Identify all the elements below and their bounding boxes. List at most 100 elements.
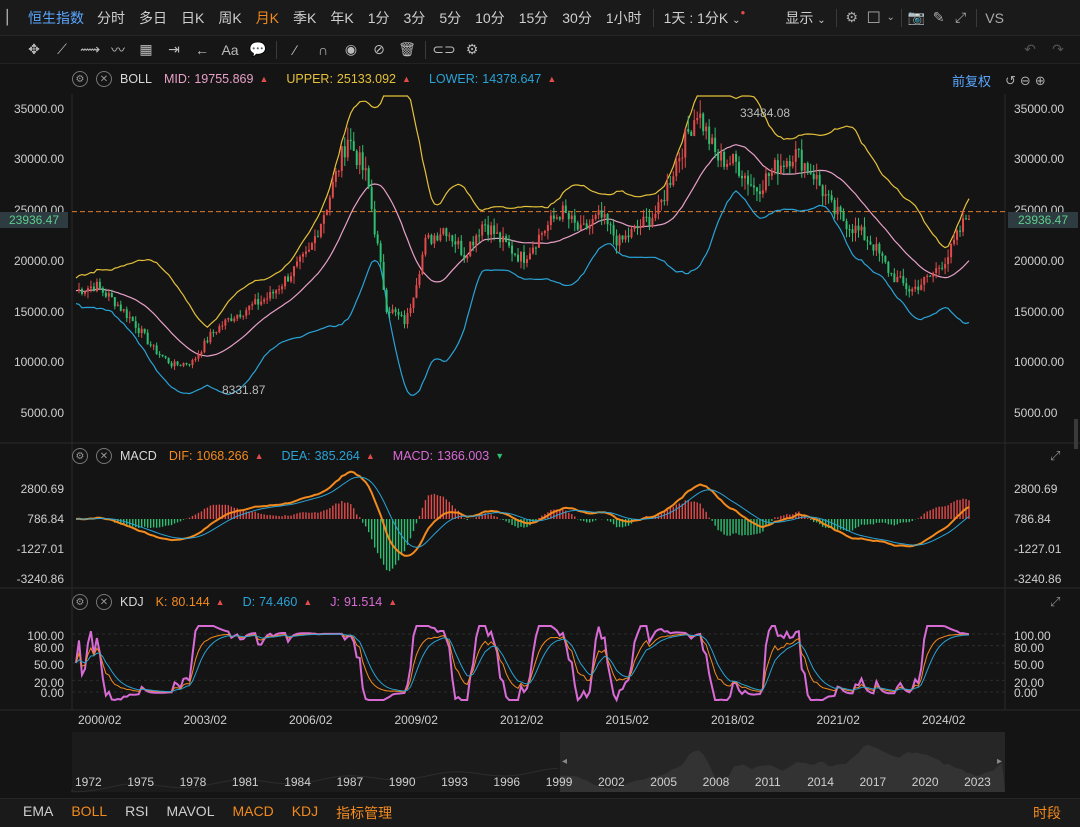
- zoom-in-icon[interactable]: ⊕: [1035, 73, 1046, 89]
- fullscreen-icon[interactable]: ⤢: [950, 7, 972, 29]
- indicator-tab[interactable]: MAVOL: [158, 803, 224, 823]
- candle-body: [275, 290, 278, 294]
- macd-expand-icon[interactable]: ⤢: [1050, 448, 1060, 464]
- period-tab[interactable]: 年K: [323, 8, 360, 28]
- kdj-settings-icon[interactable]: ⚙: [72, 594, 88, 610]
- layout-icon[interactable]: ☐: [863, 7, 885, 29]
- pen-tool-icon[interactable]: ∕: [283, 39, 307, 61]
- period-tab[interactable]: 1分: [361, 8, 397, 28]
- candle-body: [155, 345, 158, 355]
- index-name[interactable]: 恒生指数: [28, 8, 84, 28]
- comment-tool-icon[interactable]: 💬: [246, 39, 270, 61]
- zoom-out-icon[interactable]: ⊖: [1020, 73, 1031, 89]
- settings-icon[interactable]: ⚙: [841, 7, 863, 29]
- adjust-button[interactable]: 前复权: [952, 71, 991, 90]
- eye-icon[interactable]: ◉: [339, 39, 363, 61]
- candle-body: [567, 213, 570, 220]
- candle-body: [723, 151, 726, 167]
- candle-body: [824, 194, 827, 197]
- candle-body: [301, 253, 304, 257]
- panel-toggle-icon[interactable]: ▏: [4, 7, 20, 29]
- y-axis-label: -1227.01: [16, 542, 64, 556]
- range-dropdown[interactable]: 1天 : 1分K ⌄●: [658, 8, 752, 28]
- session-button[interactable]: 时段: [1024, 803, 1070, 823]
- channel-tool-icon[interactable]: ▦: [134, 39, 158, 61]
- kdj-k-value: 80.144: [171, 595, 210, 609]
- period-tab[interactable]: 月K: [249, 8, 286, 28]
- candle-body: [749, 184, 752, 186]
- candle-body: [911, 288, 914, 292]
- period-tab[interactable]: 分时: [90, 8, 132, 28]
- candle-body: [95, 281, 98, 292]
- tool-settings-icon[interactable]: ⚙: [460, 39, 484, 61]
- text-tool-icon[interactable]: Aa: [218, 39, 242, 61]
- candle-body: [284, 276, 287, 287]
- boll-close-icon[interactable]: ✕: [96, 71, 112, 87]
- y-axis-label: 35000.00: [1014, 102, 1065, 116]
- line-tool-icon[interactable]: ⟋: [50, 39, 74, 61]
- wave-tool-icon[interactable]: 〰: [106, 39, 130, 61]
- period-tab[interactable]: 3分: [397, 8, 433, 28]
- period-tab[interactable]: 日K: [174, 8, 211, 28]
- candle-body: [866, 240, 869, 242]
- candle-body: [708, 126, 711, 144]
- arrow-tool-icon[interactable]: ←: [190, 39, 214, 61]
- camera-icon[interactable]: 📷: [906, 7, 928, 29]
- period-tab[interactable]: 10分: [468, 8, 512, 28]
- ray-tool-icon[interactable]: ⟿: [78, 39, 102, 61]
- period-tab[interactable]: 15分: [512, 8, 556, 28]
- trash-icon[interactable]: 🗑: [395, 39, 419, 61]
- kdj-expand-icon[interactable]: ⤢: [1050, 594, 1060, 610]
- candle-body: [487, 224, 490, 235]
- candle-body: [304, 251, 307, 254]
- candle-body: [953, 239, 956, 244]
- redo-icon[interactable]: ↷: [1046, 39, 1070, 61]
- display-dropdown[interactable]: 显示 ⌄: [779, 8, 831, 28]
- candle-body: [821, 185, 824, 197]
- measure-tool-icon[interactable]: ⇥: [162, 39, 186, 61]
- candle-body: [448, 235, 451, 237]
- boll-settings-icon[interactable]: ⚙: [72, 71, 88, 87]
- period-tab[interactable]: 1小时: [599, 8, 649, 28]
- y-axis-label: 20000.00: [13, 254, 64, 268]
- boll-legend: ⚙ ✕ BOLL MID: 19755.869 ▲ UPPER: 25133.092 ▲…: [72, 70, 574, 88]
- candle-body: [161, 354, 164, 357]
- chart-canvas[interactable]: ◂ ▸: [0, 64, 1080, 798]
- indicator-tab[interactable]: 指标管理: [327, 803, 401, 823]
- kdj-close-icon[interactable]: ✕: [96, 594, 112, 610]
- pencil-icon[interactable]: ✎: [928, 7, 950, 29]
- macd-settings-icon[interactable]: ⚙: [72, 448, 88, 464]
- candle-body: [499, 232, 502, 243]
- candle-body: [696, 117, 699, 121]
- compare-button[interactable]: VS: [981, 7, 1009, 29]
- candle-body: [761, 190, 764, 195]
- magnet-icon[interactable]: ∩: [311, 39, 335, 61]
- move-icon[interactable]: ✥: [22, 39, 46, 61]
- y-axis-label: 786.84: [27, 512, 64, 526]
- period-tab[interactable]: 季K: [286, 8, 323, 28]
- candle-body: [744, 175, 747, 179]
- indicator-tab[interactable]: MACD: [223, 803, 282, 823]
- layout-dropdown-icon[interactable]: ⌄: [885, 7, 897, 29]
- undo-icon[interactable]: ↶: [1018, 39, 1042, 61]
- indicator-tab[interactable]: EMA: [14, 803, 62, 823]
- link-icon[interactable]: ⊂⊃: [432, 39, 456, 61]
- candle-body: [582, 223, 585, 225]
- current-price-tag-left: 23936.47: [0, 212, 68, 228]
- y-axis-label: 80.00: [33, 641, 64, 655]
- period-tab[interactable]: 30分: [555, 8, 599, 28]
- candle-body: [388, 311, 391, 313]
- candle-body: [239, 314, 242, 317]
- period-tab[interactable]: 5分: [432, 8, 468, 28]
- indicator-tab[interactable]: RSI: [116, 803, 157, 823]
- indicator-tab[interactable]: KDJ: [283, 803, 327, 823]
- candle-body: [86, 288, 89, 292]
- reset-icon[interactable]: ↺: [1005, 73, 1016, 89]
- macd-close-icon[interactable]: ✕: [96, 448, 112, 464]
- period-tab[interactable]: 周K: [211, 8, 248, 28]
- period-tab[interactable]: 多日: [132, 8, 174, 28]
- candle-body: [427, 234, 430, 238]
- hide-icon[interactable]: ⊘: [367, 39, 391, 61]
- candle-body: [887, 262, 890, 273]
- indicator-tab[interactable]: BOLL: [62, 803, 116, 823]
